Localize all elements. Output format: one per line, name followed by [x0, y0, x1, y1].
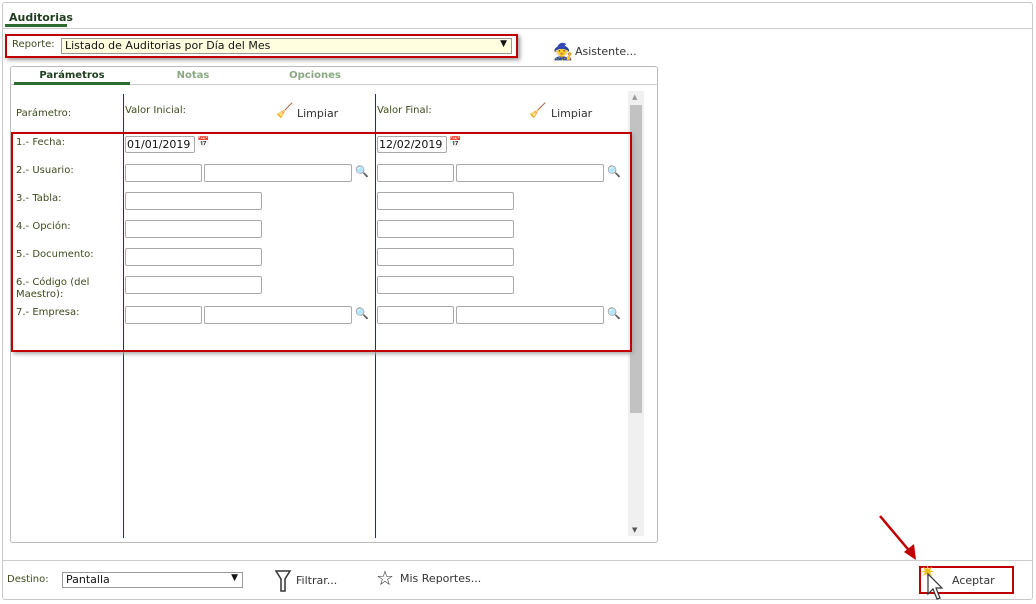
- option-initial-input[interactable]: [125, 220, 262, 238]
- company-initial-code[interactable]: [125, 306, 202, 324]
- table-initial-input[interactable]: [125, 192, 262, 210]
- destination-select[interactable]: Pantalla ▼: [62, 572, 243, 588]
- company-final-code[interactable]: [377, 306, 454, 324]
- search-icon[interactable]: 🔍: [355, 307, 369, 320]
- param-label: 6.- Código (del Maestro):: [16, 277, 90, 300]
- cursor-icon: [927, 572, 944, 600]
- param-label: 5.- Documento:: [16, 249, 94, 260]
- search-icon[interactable]: 🔍: [607, 307, 621, 320]
- report-select[interactable]: Listado de Auditorias por Día del Mes ▼: [61, 38, 512, 54]
- code-final-input[interactable]: [377, 276, 514, 294]
- user-final-name[interactable]: [456, 164, 604, 182]
- chevron-down-icon: ▼: [500, 39, 507, 49]
- divider: [2, 28, 1033, 29]
- tab-auditorias[interactable]: Auditorias: [9, 11, 73, 24]
- clear-initial-button[interactable]: Limpiar: [297, 107, 338, 120]
- arrow-annotation: [879, 515, 916, 560]
- scroll-up-icon[interactable]: ▲: [632, 93, 637, 101]
- company-initial-name[interactable]: [204, 306, 352, 324]
- option-final-input[interactable]: [377, 220, 514, 238]
- param-label: 1.- Fecha:: [16, 137, 66, 148]
- param-label: 2.- Usuario:: [16, 165, 74, 176]
- date-final-input[interactable]: 12/02/2019: [377, 136, 447, 153]
- table-final-input[interactable]: [377, 192, 514, 210]
- filter-icon: [274, 570, 292, 592]
- search-icon[interactable]: 🔍: [607, 165, 621, 178]
- final-header: Valor Final:: [377, 105, 432, 116]
- param-label: 7.- Empresa:: [16, 307, 80, 318]
- calendar-icon[interactable]: 📅: [197, 137, 209, 148]
- filter-button[interactable]: Filtrar...: [296, 574, 337, 587]
- param-label: 4.- Opción:: [16, 221, 71, 232]
- star-icon: ☆: [376, 566, 394, 590]
- search-icon[interactable]: 🔍: [355, 165, 369, 178]
- param-header: Parámetro:: [16, 108, 72, 119]
- destination-value: Pantalla: [66, 573, 110, 586]
- accept-button[interactable]: Aceptar: [952, 574, 995, 587]
- document-final-input[interactable]: [377, 248, 514, 266]
- company-final-name[interactable]: [456, 306, 604, 324]
- param-label: 3.- Tabla:: [16, 193, 62, 204]
- tab-active-underline: [14, 82, 130, 85]
- tab-opciones[interactable]: Opciones: [270, 70, 360, 81]
- wizard-icon: 🧙: [553, 42, 573, 61]
- my-reports-button[interactable]: Mis Reportes...: [400, 572, 481, 585]
- user-initial-name[interactable]: [204, 164, 352, 182]
- tab-notas[interactable]: Notas: [150, 70, 236, 81]
- broom-icon: 🧹: [276, 103, 294, 119]
- code-initial-input[interactable]: [125, 276, 262, 294]
- calendar-icon[interactable]: 📅: [449, 137, 461, 148]
- wizard-button[interactable]: Asistente...: [575, 45, 637, 58]
- user-initial-code[interactable]: [125, 164, 202, 182]
- report-value: Listado de Auditorias por Día del Mes: [65, 39, 271, 52]
- scroll-down-icon[interactable]: ▼: [632, 526, 637, 534]
- document-initial-input[interactable]: [125, 248, 262, 266]
- tab-parametros[interactable]: Parámetros: [14, 70, 130, 81]
- user-final-code[interactable]: [377, 164, 454, 182]
- destination-label: Destino:: [7, 574, 49, 585]
- date-initial-input[interactable]: 01/01/2019: [125, 136, 195, 153]
- report-label: Reporte:: [12, 39, 55, 50]
- initial-header: Valor Inicial:: [125, 105, 186, 116]
- clear-final-button[interactable]: Limpiar: [551, 107, 592, 120]
- tab-underline: [5, 24, 67, 27]
- chevron-down-icon: ▼: [231, 573, 238, 583]
- broom-icon: 🧹: [529, 103, 547, 119]
